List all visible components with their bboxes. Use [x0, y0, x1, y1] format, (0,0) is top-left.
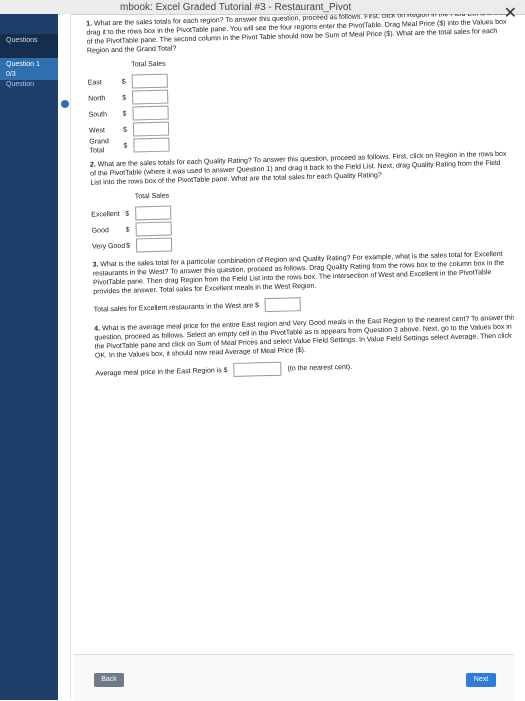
- answer-input[interactable]: [135, 205, 172, 221]
- answer-input[interactable]: [233, 361, 282, 377]
- answer-label: Total sales for Excellent restaurants in…: [93, 301, 260, 314]
- sidebar-item-status: Question: [6, 81, 35, 88]
- q3-answer-line: Total sales for Excellent restaurants in…: [94, 292, 514, 317]
- question-number: 2.: [89, 161, 96, 169]
- row-label: North: [88, 94, 106, 103]
- question-3: 3. What is the sales total for a particu…: [92, 250, 514, 297]
- q1-answer-table: Total Sales East $ North $ South $ West $: [87, 51, 511, 155]
- question-number: 3.: [92, 261, 99, 269]
- row-label: Very Good: [92, 242, 126, 251]
- sidebar-item-question-1[interactable]: Question 1 0/3 Question: [0, 58, 58, 88]
- question-1: 1. What are the sales totals for each re…: [86, 14, 509, 56]
- sidebar-header: Questions: [0, 34, 58, 58]
- row-label: Excellent: [91, 210, 120, 219]
- row-label: East: [87, 78, 102, 87]
- window-title: mbook: Excel Graded Tutorial #3 - Restau…: [120, 2, 352, 13]
- next-button[interactable]: Next: [466, 673, 496, 687]
- q4-answer-line: Average meal price in the East Region is…: [95, 356, 514, 381]
- row-label: West: [88, 126, 105, 135]
- question-text: What is the sales total for a particular…: [92, 250, 505, 296]
- question-content: 1. What are the sales totals for each re…: [74, 14, 514, 654]
- question-4: 4. What is the average meal price for th…: [94, 314, 514, 361]
- question-number: 1.: [86, 20, 93, 28]
- answer-prefix: Average meal price in the East Region is…: [95, 366, 228, 378]
- answer-input[interactable]: [135, 221, 172, 237]
- back-button[interactable]: Back: [94, 673, 124, 687]
- answer-input[interactable]: [132, 121, 170, 137]
- app-window: mbook: Excel Graded Tutorial #3 - Restau…: [0, 0, 525, 701]
- row-label: Grand Total: [89, 138, 109, 155]
- current-question-marker: [61, 100, 69, 108]
- question-sidebar: Questions Question 1 0/3 Question: [0, 14, 58, 700]
- title-bar: mbook: Excel Graded Tutorial #3 - Restau…: [0, 0, 525, 15]
- question-text: What are the sales totals for each Quali…: [90, 150, 507, 187]
- progress-rail: [60, 14, 71, 700]
- navigation-footer: Back Next: [74, 654, 514, 701]
- answer-input[interactable]: [132, 89, 169, 105]
- row-label: Good: [91, 226, 109, 235]
- answer-suffix: (to the nearest cent).: [287, 363, 353, 373]
- sidebar-item-count: 0/3: [6, 71, 16, 78]
- answer-input[interactable]: [135, 237, 173, 253]
- q2-answer-table: Total Sales Excellent $ Good $ Very Good $: [91, 183, 514, 255]
- question-number: 4.: [94, 325, 101, 333]
- answer-input[interactable]: [264, 297, 302, 313]
- question-text: What is the average meal price for the e…: [94, 314, 514, 360]
- answer-input[interactable]: [131, 73, 168, 89]
- sidebar-item-label: Question 1: [6, 61, 40, 68]
- row-label: South: [88, 110, 108, 119]
- question-text: What are the sales totals for each regio…: [86, 14, 508, 55]
- question-2: 2. What are the sales totals for each Qu…: [90, 150, 513, 188]
- answer-input[interactable]: [133, 137, 170, 153]
- answer-input[interactable]: [132, 105, 169, 121]
